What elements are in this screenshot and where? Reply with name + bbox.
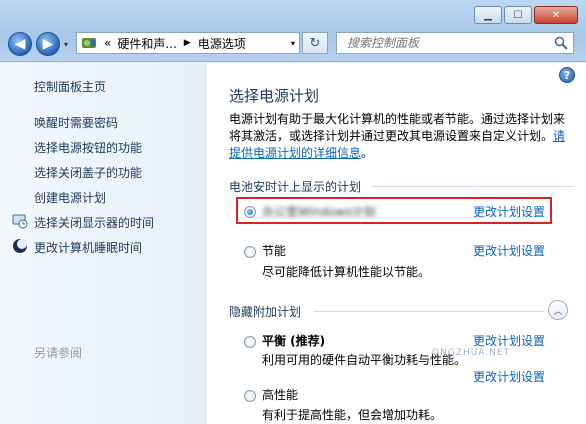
plan-radio-power-saver[interactable] [244, 246, 256, 258]
breadcrumb-separator[interactable]: ▶ [184, 38, 191, 48]
change-plan-settings-link[interactable]: 更改计划设置 [473, 242, 545, 259]
address-overflow[interactable]: « [104, 36, 111, 50]
plan-name-balanced[interactable]: 平衡 (推荐) [262, 332, 325, 349]
plan-name-power-saver[interactable]: 节能 [262, 242, 286, 259]
collapse-button[interactable]: ︿ [548, 300, 568, 320]
display-clock-icon [12, 213, 28, 229]
sidebar-link-control-panel-home[interactable]: 控制面板主页 [34, 78, 106, 95]
group-divider [314, 311, 544, 312]
breadcrumb-power-options[interactable]: 电源选项 [198, 35, 246, 52]
plan-name-high-performance[interactable]: 高性能 [262, 386, 298, 403]
description-end: 。 [361, 146, 374, 160]
breadcrumb-hardware-sound[interactable]: 硬件和声... [117, 35, 176, 52]
search-input[interactable] [345, 35, 549, 51]
plan-radio-high-performance[interactable] [244, 390, 256, 402]
forward-button[interactable]: ▶ [36, 32, 60, 56]
control-panel-icon [80, 35, 98, 51]
back-button[interactable]: ◀ [8, 32, 32, 56]
minimize-button[interactable]: ▁ [474, 6, 502, 24]
battery-plans-group-title: 电池安时计上显示的计划 [229, 180, 362, 194]
see-also-label: 另请参阅 [34, 346, 83, 360]
sidebar-link-create-plan[interactable]: 创建电源计划 [34, 189, 106, 206]
group-divider [372, 186, 574, 187]
sidebar-link-sleep-time[interactable]: 更改计算机睡眠时间 [34, 239, 142, 256]
plan-radio-balanced[interactable] [244, 336, 256, 348]
plan-name-custom[interactable]: 办公室Windows计划 [262, 203, 376, 220]
description-text: 电源计划有助于最大化计算机的性能或者节能。通过选择计划来将其激活，或选择计划并通… [229, 112, 566, 143]
hidden-plans-group-title: 隐藏附加计划 [229, 305, 302, 319]
plan-radio-custom[interactable] [244, 206, 256, 218]
close-button[interactable]: ✕ [534, 6, 578, 24]
moon-icon [12, 238, 28, 254]
address-dropdown-icon[interactable]: ▾ [291, 39, 295, 48]
plan-desc-high-performance: 有利于提高性能，但会增加功耗。 [262, 408, 443, 422]
page-title: 选择电源计划 [229, 87, 320, 105]
window-controls: ▁ ☐ ✕ [474, 6, 578, 24]
address-bar[interactable]: « 硬件和声... ▶ 电源选项 ▾ [76, 32, 300, 54]
sidebar-link-display-off-time[interactable]: 选择关闭显示器的时间 [34, 214, 154, 231]
plan-desc-power-saver: 尽可能降低计算机性能以节能。 [262, 265, 431, 279]
refresh-button[interactable]: ↻ [302, 32, 328, 54]
change-plan-settings-link[interactable]: 更改计划设置 [473, 368, 545, 385]
search-icon[interactable] [549, 36, 573, 50]
search-box[interactable] [336, 32, 574, 54]
page-description: 电源计划有助于最大化计算机的性能或者节能。通过选择计划来将其激活，或选择计划并通… [229, 111, 574, 162]
change-plan-settings-link[interactable]: 更改计划设置 [473, 332, 545, 349]
change-plan-settings-link[interactable]: 更改计划设置 [473, 203, 545, 220]
recent-pages-dropdown[interactable]: ▾ [64, 40, 68, 49]
help-icon[interactable]: ? [559, 67, 575, 83]
watermark: ONGZHUA.NET [432, 348, 511, 358]
sidebar-link-require-password[interactable]: 唤醒时需要密码 [34, 114, 118, 131]
sidebar-link-close-lid[interactable]: 选择关闭盖子的功能 [34, 164, 142, 181]
maximize-button[interactable]: ☐ [504, 6, 532, 24]
sidebar-link-power-button[interactable]: 选择电源按钮的功能 [34, 139, 142, 156]
